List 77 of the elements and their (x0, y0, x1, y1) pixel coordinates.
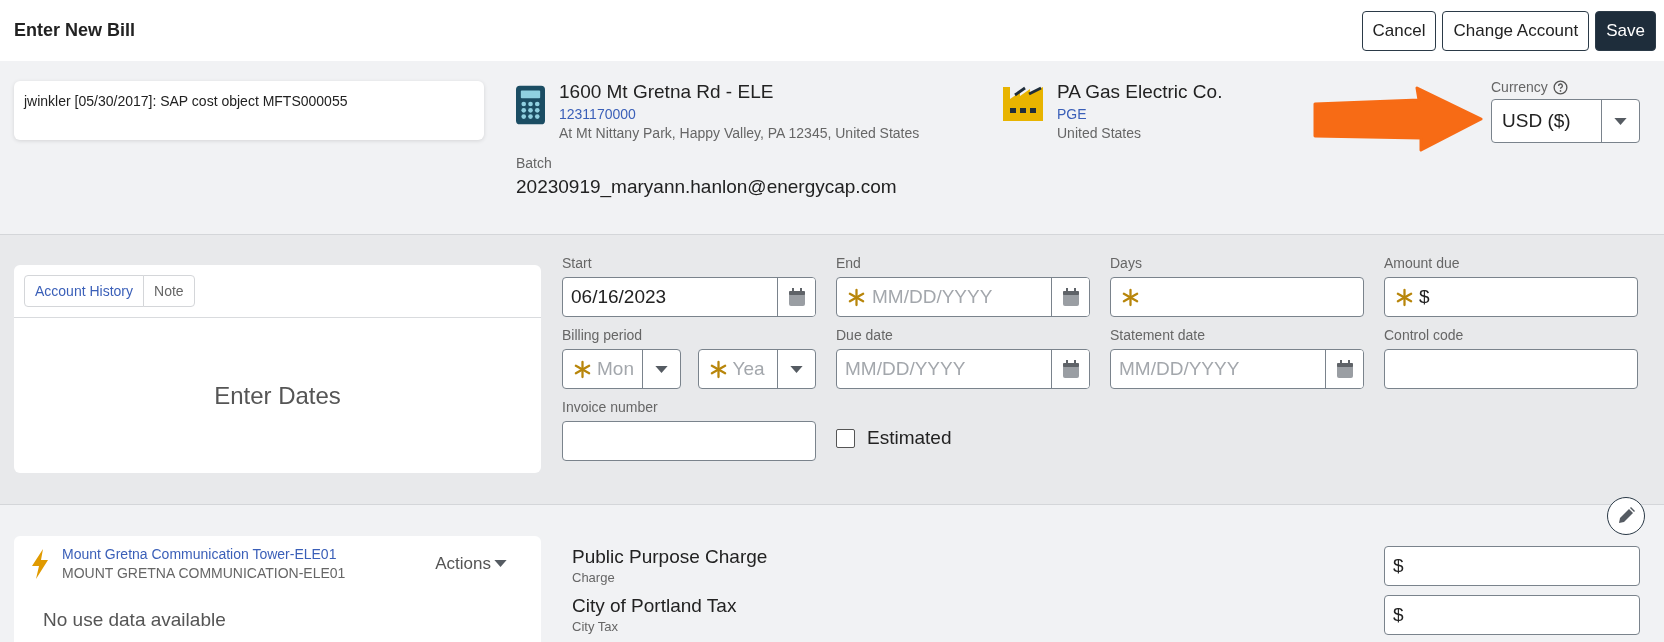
select-field[interactable]: Yea (697, 349, 816, 389)
account-name: 1600 Mt Gretna Rd - ELE (559, 81, 775, 103)
caret-icon (790, 365, 803, 373)
charge-name: City of Portland Tax (572, 595, 737, 617)
calendar-icon (1062, 360, 1079, 378)
input-field[interactable] (1110, 277, 1364, 317)
currency-symbol: $ (1419, 286, 1430, 308)
field-label: Control code (1384, 327, 1465, 343)
field-label: End (836, 255, 862, 271)
input-field[interactable]: $ (1384, 277, 1638, 317)
date-field[interactable]: MM/DD/YYYY (836, 349, 1090, 389)
caret-icon (494, 560, 507, 567)
field-label: Amount due (1384, 255, 1461, 271)
batch-label: Batch (516, 155, 553, 171)
arrow-icon (1313, 86, 1483, 152)
factory-icon (1003, 85, 1043, 121)
account-number-link[interactable]: 1231170000 (559, 106, 920, 122)
date-input[interactable]: 06/16/2023 (563, 286, 777, 308)
charge-name: Public Purpose Charge (572, 546, 768, 568)
field-label: Statement date (1110, 327, 1206, 343)
meter-code: MOUNT GRETNA COMMUNICATION-ELE01 (62, 565, 347, 581)
vendor-name: PA Gas Electric Co. (1057, 81, 1223, 103)
calendar-icon (1336, 360, 1353, 378)
currency-symbol: $ (1393, 554, 1404, 577)
select-input[interactable]: Mon (592, 358, 642, 380)
tab[interactable]: Account History (24, 275, 145, 307)
actions-button[interactable]: Actions (429, 552, 513, 575)
calendar-button[interactable] (1051, 278, 1089, 316)
date-input[interactable]: MM/DD/YYYY (866, 286, 1051, 308)
currency-select[interactable]: USD ($) (1491, 99, 1640, 143)
calendar-icon (1062, 288, 1079, 306)
meter-link[interactable]: Mount Gretna Communication Tower-ELE01 (62, 546, 418, 562)
currency-symbol: $ (1393, 603, 1404, 626)
secondary-button[interactable]: Change Account (1442, 10, 1590, 51)
batch-value: 20230919_maryann.hanlon@energycap.com (516, 176, 898, 198)
currency-label: Currency (1491, 79, 1548, 95)
pencil-icon (1616, 506, 1636, 526)
calendar-button[interactable] (777, 278, 815, 316)
date-input[interactable]: MM/DD/YYYY (837, 358, 1051, 380)
vendor-code-link[interactable]: PGE (1057, 106, 1223, 122)
charge-type: Charge (572, 570, 616, 585)
calendar-button[interactable] (1051, 350, 1089, 388)
date-input[interactable]: MM/DD/YYYY (1111, 358, 1325, 380)
date-field[interactable]: MM/DD/YYYY (836, 277, 1090, 317)
page-title: Enter New Bill (14, 20, 136, 41)
field-label: Billing period (562, 327, 644, 343)
checkbox[interactable] (836, 428, 855, 448)
lightning-icon (30, 548, 50, 579)
date-field[interactable]: MM/DD/YYYY (1110, 349, 1364, 389)
caret-icon (654, 365, 668, 373)
field-label: Due date (836, 327, 894, 343)
empty-message: Enter Dates (213, 380, 342, 411)
calculator-icon (516, 85, 545, 125)
help-icon[interactable] (1552, 79, 1568, 95)
field-label: Start (562, 255, 593, 271)
calendar-icon (788, 288, 805, 306)
edit-button[interactable] (1607, 497, 1645, 535)
amount-field[interactable]: $ (1384, 545, 1640, 586)
field-label: Invoice number (562, 399, 659, 415)
calendar-button[interactable] (1325, 350, 1363, 388)
select-input[interactable]: Yea (727, 358, 777, 380)
input-field[interactable] (562, 421, 816, 461)
field-label: Days (1110, 255, 1143, 271)
input-field[interactable] (1384, 349, 1638, 389)
date-field[interactable]: 06/16/2023 (562, 277, 816, 317)
caret-icon (1614, 117, 1627, 125)
amount-field[interactable]: $ (1384, 594, 1640, 635)
tab[interactable]: Note (143, 275, 195, 307)
save-button[interactable]: Save (1595, 10, 1656, 51)
note-text: jwinkler [05/30/2017]: SAP cost object MFTS000055 (24, 93, 348, 109)
vendor-country: United States (1057, 125, 1143, 141)
empty-message: No use data available (42, 609, 227, 631)
charge-type: City Tax (572, 619, 619, 634)
account-address: At Mt Nittany Park, Happy Valley, PA 12345, United States (559, 125, 920, 141)
secondary-button[interactable]: Cancel (1361, 10, 1437, 51)
checkbox-label: Estimated (867, 427, 952, 449)
select-field[interactable]: Mon (562, 349, 681, 389)
